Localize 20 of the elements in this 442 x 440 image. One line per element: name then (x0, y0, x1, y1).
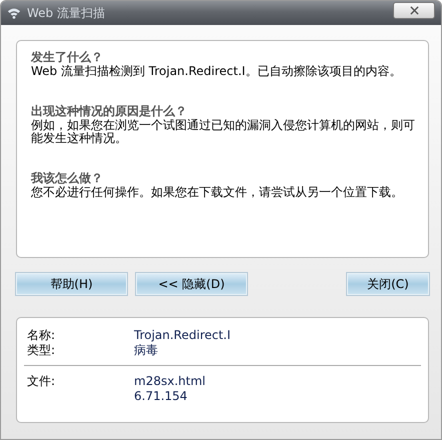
detail-value: m28sx.html (134, 374, 206, 389)
section-heading: 出现这种情况的原因是什么？ (31, 104, 188, 119)
section-heading: 发生了什么？ (31, 50, 104, 65)
section-text: 例如，如果您在浏览一个试图通过已知的漏洞入侵您计算机的网站，则可能发生这种情况。 (31, 119, 416, 145)
detail-value: 病毒 (134, 343, 159, 358)
close-button[interactable] (393, 2, 435, 18)
detail-label: 类型: (27, 343, 56, 358)
dialog-button[interactable]: << 隐藏(D) (136, 273, 247, 295)
dialog-button[interactable]: 关闭(C) (347, 273, 429, 295)
detail-label: 文件: (27, 374, 56, 389)
window-title: Web 流量扫描 (27, 4, 106, 22)
detail-value: 6.71.154 (134, 389, 188, 404)
detail-label: 名称: (27, 328, 56, 343)
section-heading: 我该怎么做？ (31, 171, 104, 186)
wifi-icon (7, 6, 21, 20)
section-text: Web 流量扫描检测到 Trojan.Redirect.I。已自动擦除该项目的内容。 (31, 65, 402, 78)
detail-value: Trojan.Redirect.I (134, 328, 232, 343)
close-icon[interactable] (410, 6, 418, 14)
dialog-button[interactable]: 帮助(H) (16, 273, 127, 295)
section-text: 您不必进行任何操作。如果您在下载文件，请尝试从另一个位置下载。 (31, 186, 404, 199)
